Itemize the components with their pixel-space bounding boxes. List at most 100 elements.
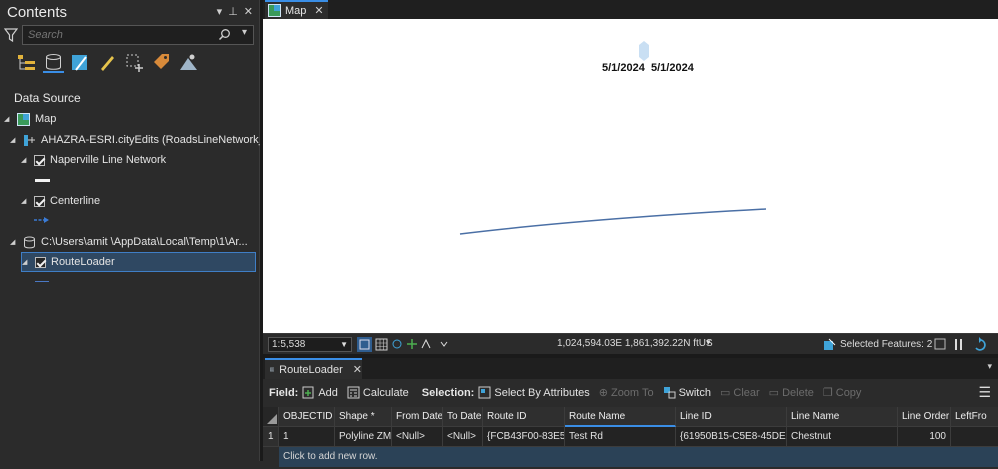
cell-from-date[interactable]: <Null> <box>392 427 443 447</box>
database-icon <box>24 236 35 248</box>
tree-item-routeloader[interactable]: ◢ RouteLoader <box>21 252 256 272</box>
delete-button[interactable]: ▭ Delete <box>769 386 814 400</box>
to-date-label: 5/1/2024 <box>651 62 694 74</box>
list-by-perspective-imagery-icon[interactable] <box>178 52 199 73</box>
map-canvas[interactable]: 5/1/2024 5/1/2024 <box>263 19 998 333</box>
expand-triangle-icon[interactable]: ◢ <box>22 258 30 266</box>
table-row[interactable]: 1 1 Polyline ZM <Null> <Null> {FCB43F00-… <box>263 427 998 447</box>
close-icon[interactable]: ✕ <box>244 5 253 18</box>
pane-controls: ▾ ⊥ ✕ <box>217 5 253 18</box>
zoom-to-icon: ⊕ <box>598 387 608 399</box>
zoom-to-button[interactable]: ⊕ Zoom To <box>598 386 654 400</box>
line-symbol-white <box>35 179 50 182</box>
row-selector-header[interactable] <box>263 407 279 427</box>
tab-routeloader[interactable]: RouteLoader ✕ <box>265 358 362 379</box>
column-header-leftfrom[interactable]: LeftFro <box>951 407 998 427</box>
add-new-row[interactable]: Click to add new row. <box>279 447 998 467</box>
filter-icon[interactable] <box>4 27 18 43</box>
copy-button[interactable]: ❐ Copy <box>822 386 862 400</box>
scale-value: 1:5,538 <box>272 339 306 350</box>
column-header-objectid[interactable]: OBJECTID * <box>279 407 335 427</box>
route-line[interactable] <box>459 208 767 235</box>
cell-route-name[interactable]: Test Rd <box>565 427 676 447</box>
visibility-checkbox[interactable] <box>35 256 46 268</box>
tab-label: Map <box>285 4 307 17</box>
column-header-line-name[interactable]: Line Name <box>787 407 898 427</box>
cell-line-order[interactable]: 100 <box>898 427 951 447</box>
column-header-shape[interactable]: Shape * <box>335 407 392 427</box>
row-number[interactable]: 1 <box>263 427 279 447</box>
point-marker <box>639 41 649 61</box>
selected-features-indicator[interactable]: Selected Features: 2 <box>823 338 932 351</box>
status-tool-icons <box>357 337 448 352</box>
column-header-to-date[interactable]: To Date <box>443 407 483 427</box>
close-tab-icon[interactable]: ✕ <box>314 4 323 17</box>
coordinate-dropdown-icon[interactable]: ▾ <box>706 337 711 348</box>
list-by-snapping-icon[interactable] <box>124 52 145 73</box>
expand-triangle-icon[interactable]: ◢ <box>10 136 18 144</box>
pin-icon[interactable]: ⊥ <box>228 5 238 18</box>
list-by-data-source-icon[interactable] <box>43 52 64 73</box>
contents-pane: Contents ▾ ⊥ ✕ ▾ <box>0 0 288 469</box>
clear-selection-icon: ▭ <box>719 387 731 399</box>
expand-triangle-icon[interactable]: ◢ <box>21 197 29 205</box>
column-header-from-date[interactable]: From Date <box>392 407 443 427</box>
copy-icon: ❐ <box>822 387 833 399</box>
tree-item-centerline[interactable]: ◢ Centerline <box>21 191 100 211</box>
search-input[interactable] <box>23 26 223 44</box>
list-by-editing-icon[interactable] <box>97 52 118 73</box>
scale-selector[interactable]: 1:5,538 ▼ <box>268 337 352 352</box>
close-tab-icon[interactable]: ✕ <box>353 363 362 376</box>
attribute-grid: OBJECTID * Shape * From Date To Date Rou… <box>263 406 998 469</box>
cell-shape[interactable]: Polyline ZM <box>335 427 392 447</box>
list-by-drawing-order-icon[interactable] <box>16 52 37 73</box>
column-header-line-order[interactable]: Line Order <box>898 407 951 427</box>
calculate-field-button[interactable]: Calculate <box>347 386 409 399</box>
select-by-attributes-button[interactable]: Select By Attributes <box>478 386 590 399</box>
search-icon[interactable] <box>218 28 231 41</box>
cell-route-id[interactable]: {FCB43F00-83E5... <box>483 427 565 447</box>
column-header-route-name[interactable]: Route Name <box>565 407 676 427</box>
tree-item-map[interactable]: ◢ Map <box>4 109 56 129</box>
cell-to-date[interactable]: <Null> <box>443 427 483 447</box>
map-icon <box>17 112 30 126</box>
expand-triangle-icon[interactable]: ◢ <box>4 115 12 123</box>
list-by-selection-icon[interactable] <box>70 52 91 73</box>
expand-triangle-icon[interactable]: ◢ <box>10 238 18 246</box>
column-header-line-id[interactable]: Line ID <box>676 407 787 427</box>
clear-selection-button[interactable]: ▭ Clear <box>719 386 760 400</box>
visibility-checkbox[interactable] <box>34 195 45 207</box>
column-header-route-id[interactable]: Route ID <box>483 407 565 427</box>
cell-line-id[interactable]: {61950B15-C5E8-45DE-... <box>676 427 787 447</box>
contents-view-toolbar <box>16 52 199 73</box>
search-dropdown-icon[interactable]: ▾ <box>242 27 247 38</box>
cell-objectid[interactable]: 1 <box>279 427 335 447</box>
expand-triangle-icon[interactable]: ◢ <box>21 156 29 164</box>
tab-menu-icon[interactable]: ▾ <box>987 361 992 372</box>
chevron-down-icon[interactable]: ▼ <box>340 338 348 351</box>
visibility-checkbox[interactable] <box>34 154 45 166</box>
selection-label: Selection: <box>421 386 475 399</box>
table-icon <box>270 367 275 372</box>
tree-label: RouteLoader <box>51 256 115 268</box>
tree-item-workspace-geodatabase[interactable]: ◢ AHAZRA-ESRI.cityEdits (RoadsLineNetwor… <box>10 130 288 150</box>
tab-map[interactable]: Map ✕ <box>265 0 328 19</box>
status-right-icons <box>934 337 986 351</box>
cell-line-name[interactable]: Chestnut <box>787 427 898 447</box>
cell-leftfrom[interactable] <box>951 427 998 447</box>
table-header-row: OBJECTID * Shape * From Date To Date Rou… <box>263 407 998 427</box>
search-box[interactable]: ▾ <box>22 25 254 45</box>
add-field-button[interactable]: Add <box>302 386 338 399</box>
table-options-menu-icon[interactable]: ☰ <box>978 384 991 401</box>
selected-features-icon <box>824 338 836 350</box>
contents-title: Contents <box>7 4 68 21</box>
tree-item-naperville-line-network[interactable]: ◢ Naperville Line Network <box>21 150 166 170</box>
select-by-attributes-icon <box>478 386 491 399</box>
map-tab-bar: Map ✕ <box>263 0 998 19</box>
list-by-labeling-icon[interactable] <box>151 52 172 73</box>
from-date-label: 5/1/2024 <box>602 62 645 74</box>
tree-item-workspace-folder[interactable]: ◢ C:\Users\amit \AppData\Local\Temp\1\Ar… <box>10 232 248 252</box>
pane-menu-icon[interactable]: ▾ <box>217 5 223 18</box>
switch-selection-button[interactable]: Switch <box>663 386 711 399</box>
add-field-icon <box>302 386 314 399</box>
